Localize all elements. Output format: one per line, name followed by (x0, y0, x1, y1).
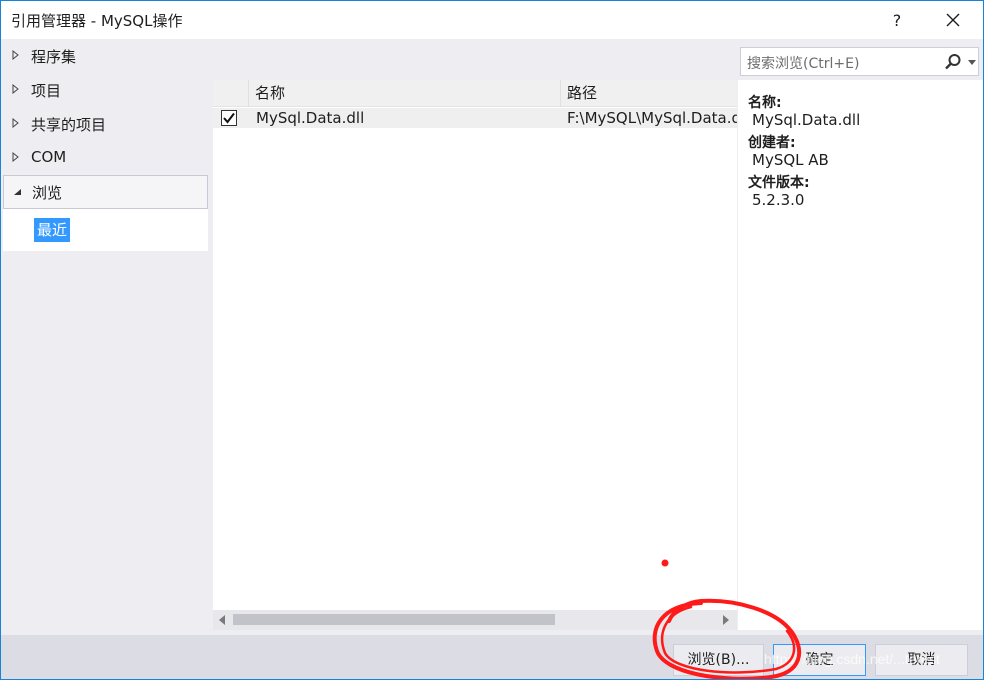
detail-name-label: 名称: (748, 95, 782, 111)
search-icon[interactable] (944, 53, 962, 71)
scroll-left-icon[interactable] (219, 615, 225, 625)
detail-name-value: MySql.Data.dll (752, 111, 861, 129)
row-name: MySql.Data.dll (256, 109, 365, 127)
browse-subitems: 最近 (3, 209, 208, 251)
nav-label: 项目 (31, 82, 62, 100)
detail-creator-value: MySQL AB (752, 151, 829, 169)
search-input[interactable]: 搜索浏览(Ctrl+E) (740, 47, 979, 76)
reference-manager-window: 引用管理器 - MySQL操作 ? 程序集 项目 共享的项目 COM 浏览 最近… (0, 0, 984, 680)
nav-label: 程序集 (31, 48, 77, 66)
watermark: https://blog.csdn.net/...terest (764, 651, 940, 667)
detail-creator-label: 创建者: (748, 135, 796, 151)
nav-item-assemblies[interactable]: 程序集 (1, 39, 207, 73)
expand-arrow-icon (12, 152, 19, 162)
detail-version-label: 文件版本: (748, 175, 810, 191)
collapse-arrow-icon (14, 189, 21, 195)
header-path[interactable]: 路径 (560, 80, 737, 107)
nav-item-shared-projects[interactable]: 共享的项目 (1, 107, 207, 141)
table-row[interactable]: MySql.Data.dll F:\MySQL\MySql.Data.dll (213, 108, 737, 128)
row-checkbox[interactable] (221, 110, 237, 126)
help-button[interactable]: ? (877, 5, 917, 35)
detail-version-value: 5.2.3.0 (752, 191, 805, 209)
expand-arrow-icon (12, 84, 19, 94)
nav-label: COM (31, 148, 67, 166)
nav-label: 共享的项目 (31, 116, 107, 134)
nav-label: 浏览 (32, 184, 63, 202)
help-icon: ? (892, 10, 902, 30)
close-button[interactable] (933, 5, 973, 35)
nav-item-recent[interactable]: 最近 (34, 218, 71, 242)
chevron-down-icon[interactable] (968, 60, 976, 65)
title-bar: 引用管理器 - MySQL操作 ? (1, 1, 983, 39)
category-nav: 程序集 项目 共享的项目 COM 浏览 最近 (1, 39, 211, 635)
expand-arrow-icon (12, 50, 19, 60)
search-placeholder: 搜索浏览(Ctrl+E) (747, 56, 860, 72)
header-name[interactable]: 名称 (248, 80, 561, 107)
browse-button[interactable]: 浏览(B)... (673, 644, 764, 676)
nav-item-com[interactable]: COM (1, 141, 207, 175)
header-check-column (213, 80, 249, 107)
expand-arrow-icon (12, 118, 19, 128)
scroll-right-icon[interactable] (723, 615, 729, 625)
nav-item-browse[interactable]: 浏览 (3, 175, 208, 209)
reference-list: 名称 路径 MySql.Data.dll F:\MySQL\MySql.Data… (213, 80, 737, 630)
scroll-thumb[interactable] (233, 614, 555, 625)
nav-item-projects[interactable]: 项目 (1, 73, 207, 107)
table-header: 名称 路径 (213, 80, 737, 107)
checkmark-icon (223, 112, 235, 124)
horizontal-scrollbar[interactable] (213, 610, 737, 630)
row-path: F:\MySQL\MySql.Data.dll (567, 109, 737, 127)
details-panel: 名称: MySql.Data.dll 创建者: MySQL AB 文件版本: 5… (738, 80, 983, 630)
window-title: 引用管理器 - MySQL操作 (11, 12, 183, 30)
close-icon (946, 13, 960, 27)
